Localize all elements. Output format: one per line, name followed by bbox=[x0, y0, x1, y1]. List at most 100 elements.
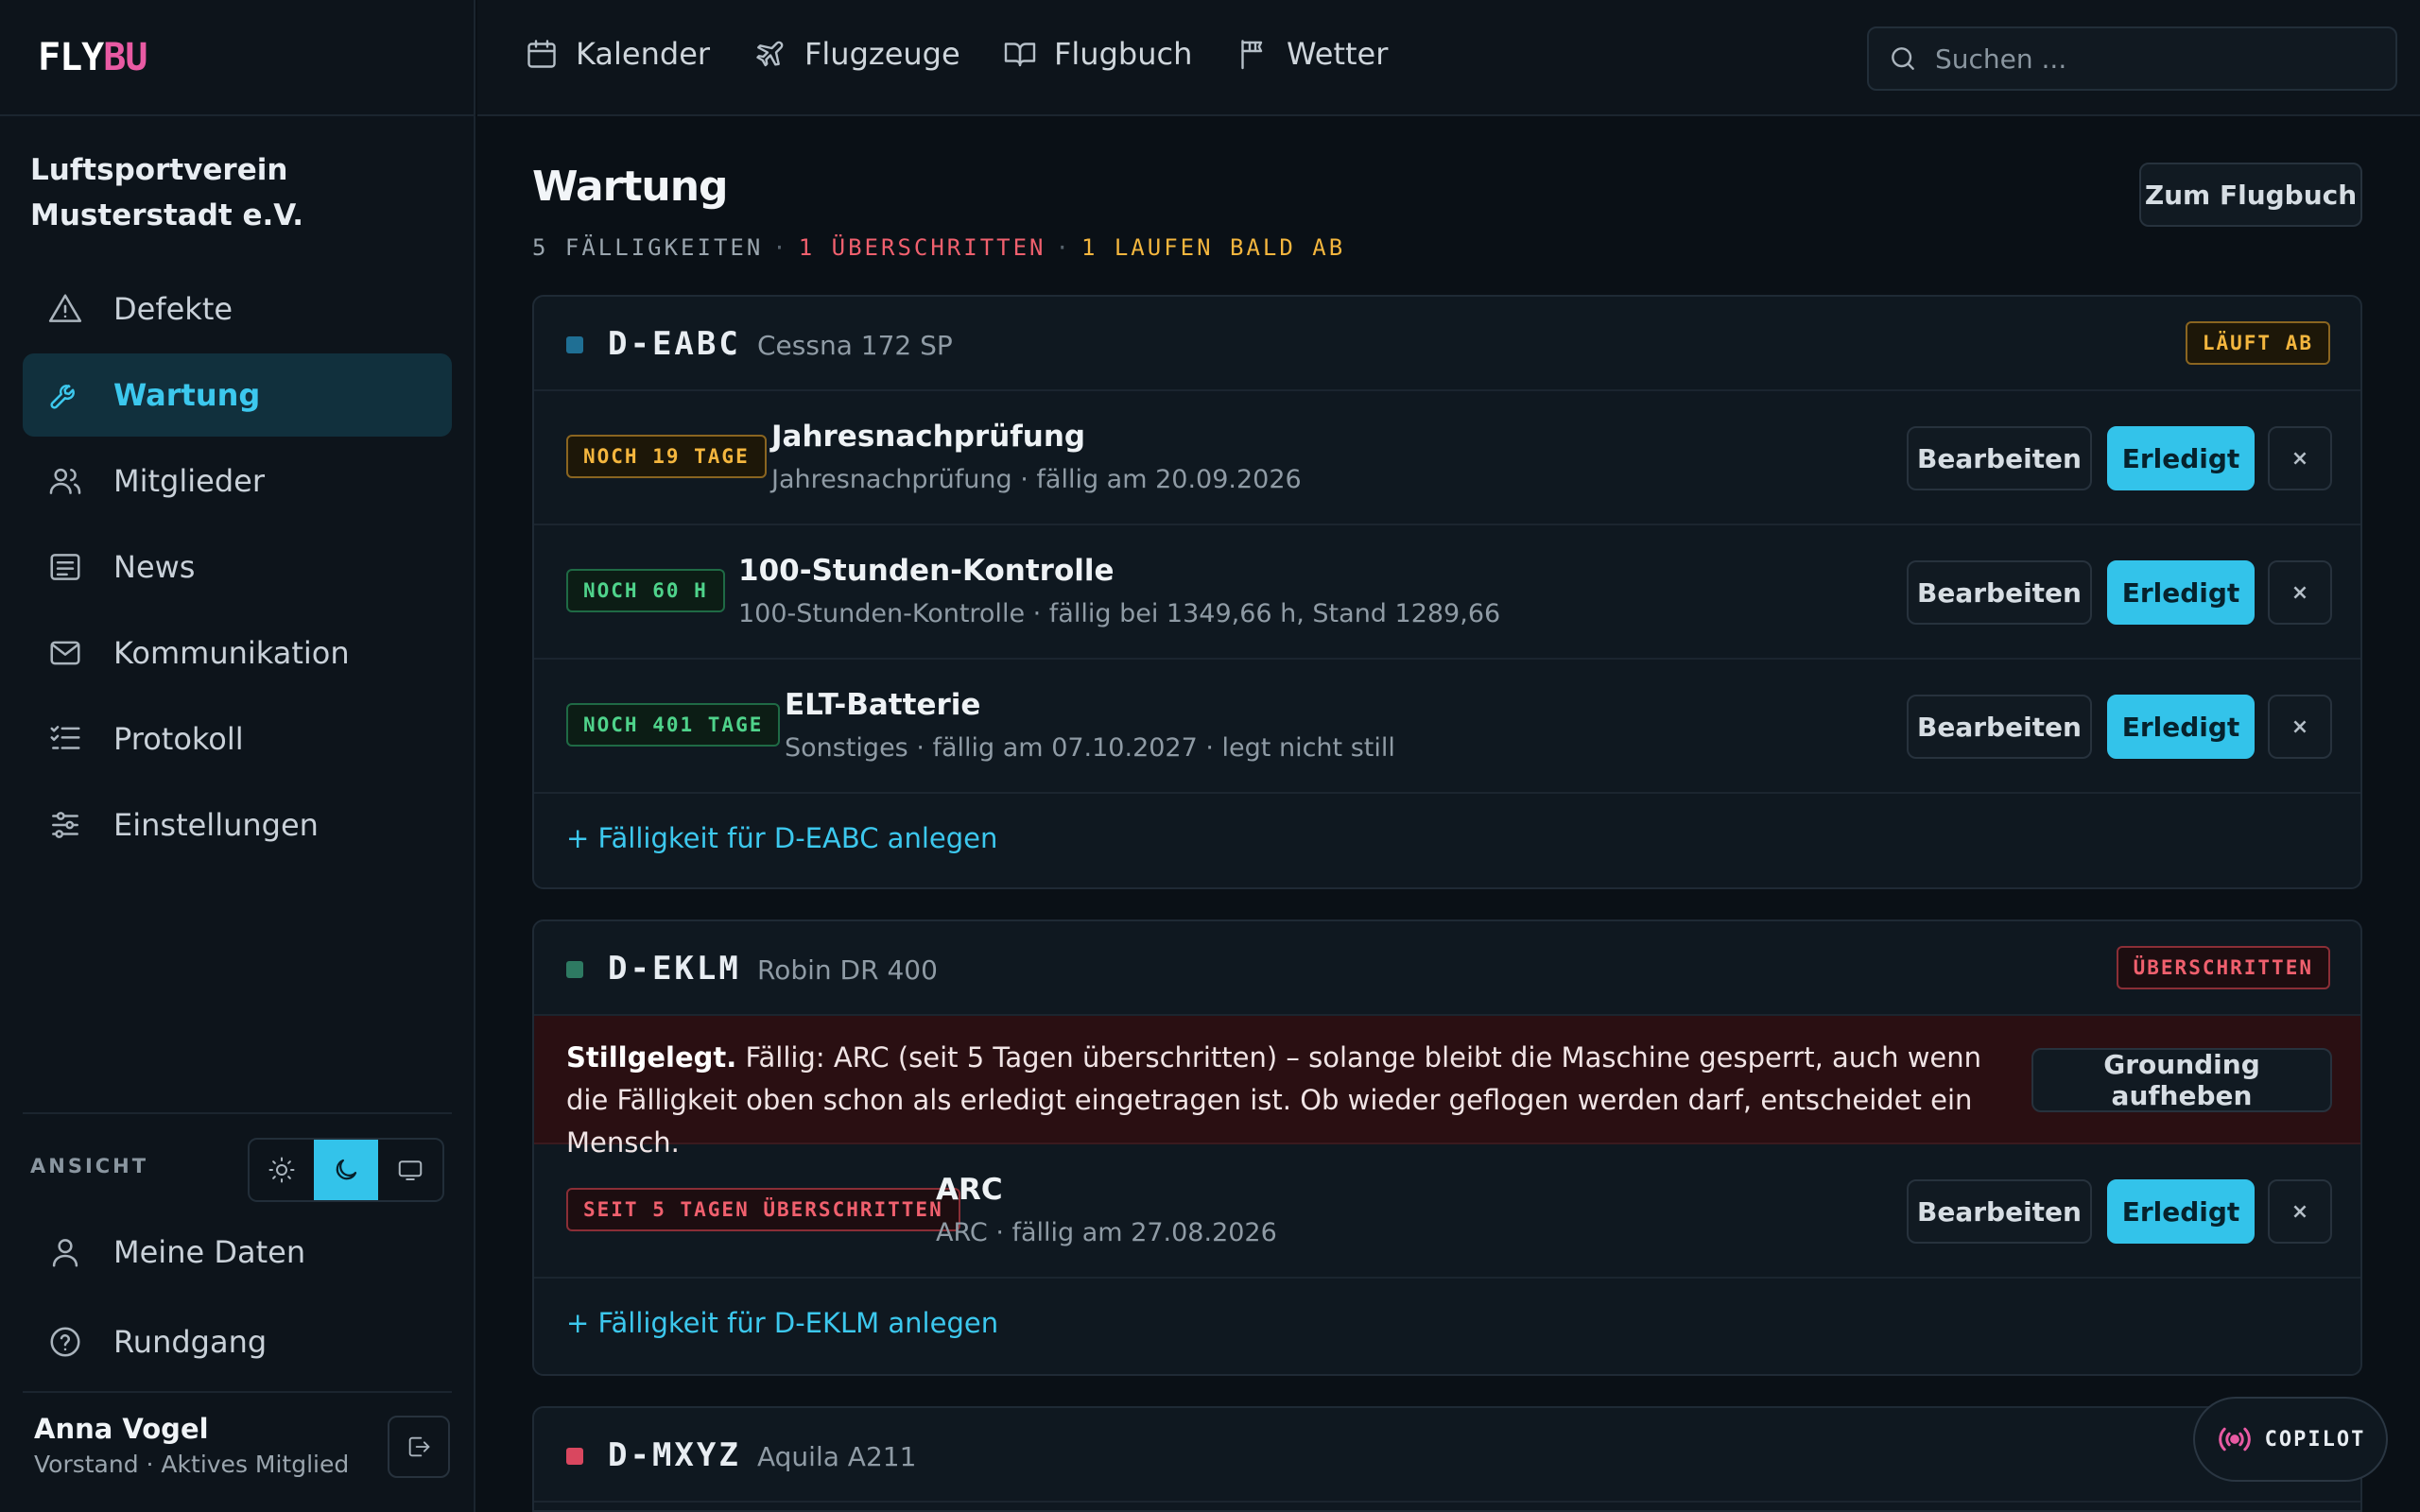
users-icon bbox=[49, 468, 81, 494]
delete-button[interactable]: × bbox=[2268, 426, 2332, 490]
user-icon bbox=[52, 1239, 78, 1267]
copilot-button[interactable]: COPILOT bbox=[2193, 1397, 2388, 1482]
maintenance-title: ELT-Batterie bbox=[785, 688, 981, 722]
edit-button[interactable]: Bearbeiten bbox=[1907, 695, 2092, 759]
aircraft-color-marker bbox=[566, 961, 583, 978]
user-name: Anna Vogel bbox=[34, 1413, 209, 1445]
sidebar-item-news[interactable]: News bbox=[23, 525, 452, 609]
search-input[interactable] bbox=[1935, 43, 2370, 75]
sidebar-item-wartung[interactable]: Wartung bbox=[23, 353, 452, 437]
aircraft-header: D-MXYZ Aquila A211 bbox=[534, 1408, 2360, 1503]
status-badge: ÜBERSCHRITTEN bbox=[2116, 946, 2330, 989]
add-maintenance-link[interactable]: + Fälligkeit für D-EKLM anlegen bbox=[566, 1307, 998, 1339]
aircraft-card-d-mxyz: D-MXYZ Aquila A211 bbox=[532, 1406, 2362, 1512]
search-icon bbox=[1892, 47, 1914, 70]
logo-bar: FLYBU bbox=[0, 0, 474, 116]
page-title: Wartung bbox=[532, 163, 729, 211]
sidebar-item-label: Kommunikation bbox=[113, 635, 350, 671]
done-button[interactable]: Erledigt bbox=[2107, 560, 2255, 625]
aircraft-color-marker bbox=[566, 1448, 583, 1465]
done-button[interactable]: Erledigt bbox=[2107, 1179, 2255, 1244]
maintenance-detail: Jahresnachprüfung · fällig am 20.09.2026 bbox=[771, 465, 1302, 494]
topnav-flugbuch[interactable]: Flugbuch bbox=[1003, 36, 1192, 72]
sun-icon bbox=[268, 1157, 295, 1183]
delete-button[interactable]: × bbox=[2268, 560, 2332, 625]
status-badge: LÄUFT AB bbox=[2185, 321, 2330, 365]
sidebar-nav: Defekte Wartung Mitglieder News Kommunik… bbox=[23, 267, 452, 869]
aircraft-header: D-EKLM Robin DR 400 ÜBERSCHRITTEN bbox=[534, 921, 2360, 1016]
done-button[interactable]: Erledigt bbox=[2107, 695, 2255, 759]
sliders-icon bbox=[52, 812, 78, 838]
topnav-kalender[interactable]: Kalender bbox=[525, 36, 710, 72]
wrench-icon bbox=[50, 385, 75, 409]
calendar-icon bbox=[527, 40, 556, 68]
lift-grounding-button[interactable]: Grounding aufheben bbox=[2031, 1048, 2332, 1112]
user-role: Vorstand · Aktives Mitglied bbox=[34, 1451, 350, 1478]
edit-button[interactable]: Bearbeiten bbox=[1907, 1179, 2092, 1244]
aircraft-registration: D-MXYZ bbox=[608, 1436, 741, 1474]
sidebar-item-label: Meine Daten bbox=[113, 1234, 306, 1270]
maintenance-title: 100-Stunden-Kontrolle bbox=[738, 554, 1115, 588]
due-badge: NOCH 60 H bbox=[566, 569, 725, 612]
aircraft-type: Robin DR 400 bbox=[757, 954, 938, 986]
theme-light-button[interactable] bbox=[250, 1140, 314, 1200]
divider bbox=[23, 1391, 452, 1393]
maintenance-row: NOCH 60 H 100-Stunden-Kontrolle 100-Stun… bbox=[534, 525, 2360, 660]
club-name: Luftsportverein Musterstadt e.V. bbox=[30, 153, 304, 232]
news-icon bbox=[50, 554, 80, 580]
sidebar-item-mitglieder[interactable]: Mitglieder bbox=[23, 439, 452, 523]
copilot-label: COPILOT bbox=[2264, 1427, 2366, 1452]
sidebar-item-label: Defekte bbox=[113, 291, 233, 327]
aircraft-card-d-eklm: D-EKLM Robin DR 400 ÜBERSCHRITTEN Stillg… bbox=[532, 919, 2362, 1376]
sidebar-item-protokoll[interactable]: Protokoll bbox=[23, 697, 452, 781]
sidebar-item-einstellungen[interactable]: Einstellungen bbox=[23, 783, 452, 867]
due-badge: NOCH 401 TAGE bbox=[566, 703, 781, 747]
aircraft-card-d-eabc: D-EABC Cessna 172 SP LÄUFT AB NOCH 19 TA… bbox=[532, 295, 2362, 889]
app-logo[interactable]: FLYBU bbox=[38, 36, 147, 79]
done-button[interactable]: Erledigt bbox=[2107, 426, 2255, 490]
maintenance-row: SEIT 5 TAGEN ÜBERSCHRITTEN ARC ARC · fäl… bbox=[534, 1144, 2360, 1279]
summary-overdue: 1 ÜBERSCHRITTEN bbox=[798, 234, 1046, 261]
top-bar: Kalender Flugzeuge Flugbuch Wetter bbox=[477, 0, 2420, 116]
sidebar-item-label: Rundgang bbox=[113, 1324, 268, 1360]
to-logbook-button[interactable]: Zum Flugbuch bbox=[2139, 163, 2362, 227]
due-badge: NOCH 19 TAGE bbox=[566, 435, 767, 478]
delete-button[interactable]: × bbox=[2268, 695, 2332, 759]
theme-system-button[interactable] bbox=[378, 1140, 442, 1200]
maintenance-title: Jahresnachprüfung bbox=[771, 420, 1086, 454]
aircraft-header: D-EABC Cessna 172 SP LÄUFT AB bbox=[534, 297, 2360, 391]
topnav-wetter[interactable]: Wetter bbox=[1236, 36, 1388, 72]
maintenance-summary: 5 FÄLLIGKEITEN · 1 ÜBERSCHRITTEN · 1 LAUFEN … bbox=[532, 234, 1345, 261]
theme-dark-button[interactable] bbox=[314, 1140, 378, 1200]
list-check-icon bbox=[50, 726, 80, 749]
maintenance-row: NOCH 401 TAGE ELT-Batterie Sonstiges · f… bbox=[534, 660, 2360, 794]
summary-total: 5 FÄLLIGKEITEN bbox=[532, 234, 764, 261]
sidebar-item-label: Protokoll bbox=[113, 721, 244, 757]
help-circle-icon bbox=[50, 1327, 80, 1357]
monitor-icon bbox=[398, 1160, 423, 1180]
add-maintenance-link[interactable]: + Fälligkeit für D-EABC anlegen bbox=[566, 822, 997, 854]
sidebar-item-rundgang[interactable]: Rundgang bbox=[23, 1298, 452, 1385]
maintenance-row: NOCH 19 TAGE Jahresnachprüfung Jahresnac… bbox=[534, 391, 2360, 525]
edit-button[interactable]: Bearbeiten bbox=[1907, 426, 2092, 490]
sidebar-item-label: Mitglieder bbox=[113, 463, 265, 499]
delete-button[interactable]: × bbox=[2268, 1179, 2332, 1244]
edit-button[interactable]: Bearbeiten bbox=[1907, 560, 2092, 625]
add-row: + Fälligkeit für D-EABC anlegen bbox=[534, 794, 2360, 883]
book-icon bbox=[1004, 43, 1036, 67]
plane-icon bbox=[756, 41, 784, 67]
sidebar-item-kommunikation[interactable]: Kommunikation bbox=[23, 611, 452, 695]
aircraft-color-marker bbox=[566, 336, 583, 353]
logout-button[interactable] bbox=[388, 1416, 450, 1478]
sidebar-item-label: News bbox=[113, 549, 196, 585]
warning-icon bbox=[48, 294, 82, 322]
sidebar-bottom-nav: Meine Daten Rundgang bbox=[23, 1209, 452, 1388]
broadcast-icon bbox=[2218, 1427, 2251, 1452]
theme-toggle bbox=[248, 1138, 444, 1202]
sidebar-item-meine-daten[interactable]: Meine Daten bbox=[23, 1209, 452, 1296]
sidebar-item-defekte[interactable]: Defekte bbox=[23, 267, 452, 351]
topnav-flugzeuge[interactable]: Flugzeuge bbox=[753, 36, 960, 72]
maintenance-title: ARC bbox=[936, 1173, 1003, 1207]
sidebar: FLYBU Luftsportverein Musterstadt e.V. D… bbox=[0, 0, 475, 1512]
mail-icon bbox=[50, 641, 80, 665]
